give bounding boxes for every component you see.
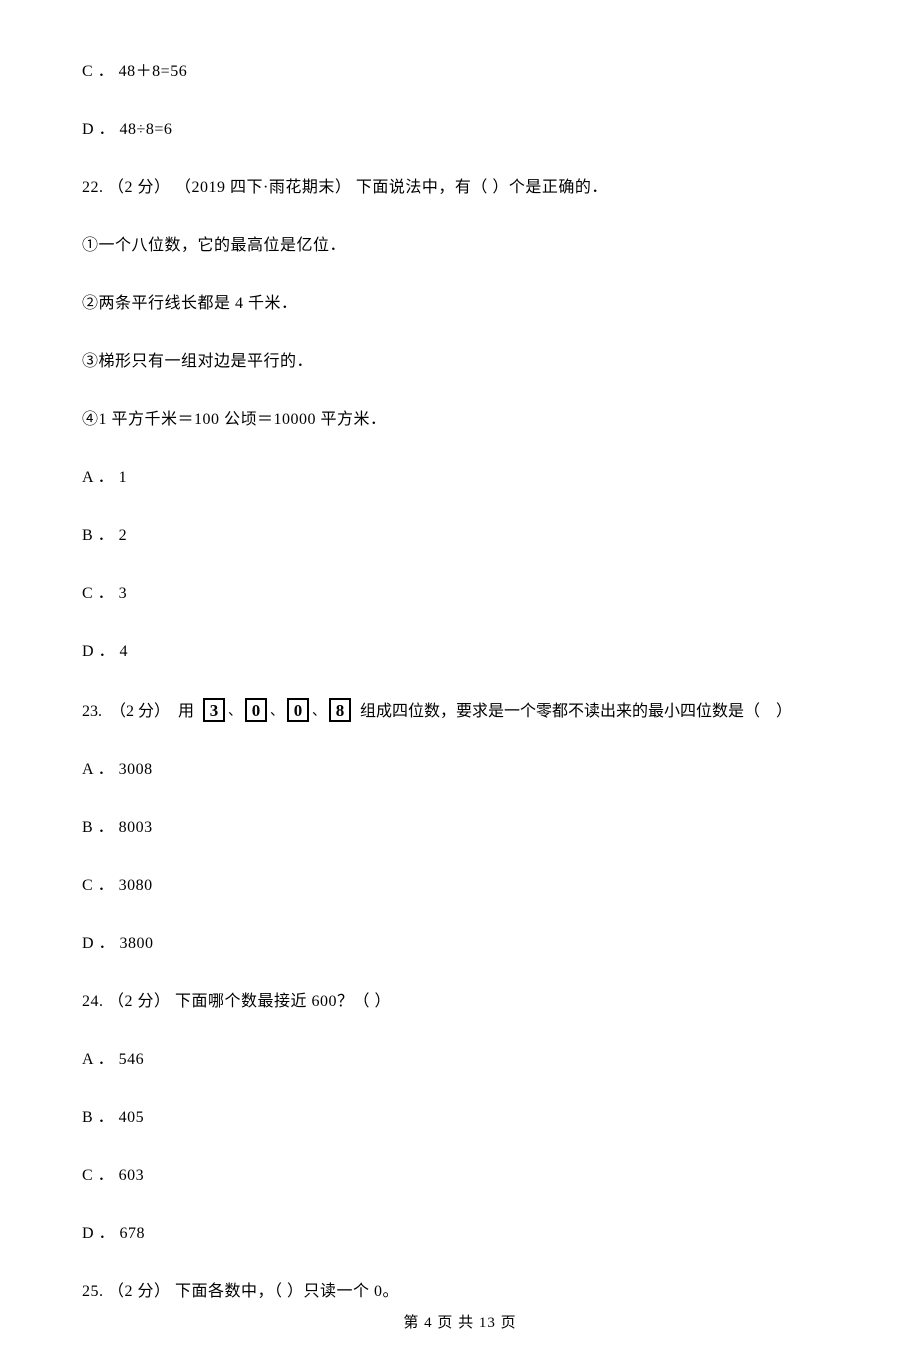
number-card-4: 8 (329, 698, 351, 722)
q23-option-a: A ． 3008 (82, 758, 838, 782)
q22-option-a: A ． 1 (82, 466, 838, 490)
q22-statement-2: ②两条平行线长都是 4 千米． (82, 292, 838, 316)
q22-stem: 22. （2 分） （2019 四下·雨花期末） 下面说法中，有（ ）个是正确的… (82, 176, 838, 200)
card-sep-1: 、 (228, 701, 242, 722)
card-sep-2: 、 (270, 701, 284, 722)
q22-statement-4: ④1 平方千米＝100 公顷＝10000 平方米． (82, 408, 838, 432)
q24-option-b: B ． 405 (82, 1106, 838, 1130)
q24-option-d: D ． 678 (82, 1222, 838, 1246)
q21-option-c: C ． 48＋8=56 (82, 60, 838, 84)
q21-option-d: D ． 48÷8=6 (82, 118, 838, 142)
q23-option-b: B ． 8003 (82, 816, 838, 840)
number-card-2: 0 (245, 698, 267, 722)
q25-stem: 25. （2 分） 下面各数中，（ ）只读一个 0。 (82, 1280, 838, 1304)
q22-option-b: B ． 2 (82, 524, 838, 548)
number-card-3: 0 (287, 698, 309, 722)
q23-option-c: C ． 3080 (82, 874, 838, 898)
q22-option-c: C ． 3 (82, 582, 838, 606)
q24-option-c: C ． 603 (82, 1164, 838, 1188)
q24-option-a: A ． 546 (82, 1048, 838, 1072)
card-sep-3: 、 (312, 701, 326, 722)
q22-option-d: D ． 4 (82, 640, 838, 664)
q23-stem: 23. （2 分） 用 3 、 0 、 0 、 8 组成四位数，要求是一个零都不… (82, 698, 838, 724)
number-card-1: 3 (203, 698, 225, 722)
q23-option-d: D ． 3800 (82, 932, 838, 956)
q23-pre-text: 23. （2 分） 用 (82, 700, 202, 724)
q23-post-text: 组成四位数，要求是一个零都不读出来的最小四位数是（ ） (352, 700, 792, 724)
page-footer: 第 4 页 共 13 页 (82, 1312, 838, 1335)
q22-statement-1: ①一个八位数，它的最高位是亿位． (82, 234, 838, 258)
q24-stem: 24. （2 分） 下面哪个数最接近 600？（ ） (82, 990, 838, 1014)
q22-statement-3: ③梯形只有一组对边是平行的． (82, 350, 838, 374)
